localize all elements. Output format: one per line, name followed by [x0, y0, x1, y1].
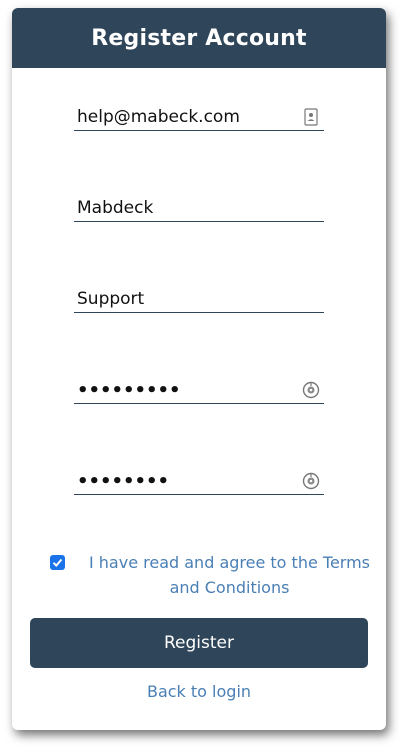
confirm-password-field[interactable]: ••••••••	[74, 468, 324, 495]
confirm-password-value: ••••••••	[77, 470, 170, 492]
page-title: Register Account	[91, 25, 307, 51]
back-to-login-link[interactable]: Back to login	[12, 682, 386, 701]
terms-checkbox[interactable]	[50, 555, 65, 570]
register-card: Register Account help@mabeck.com Mabdeck…	[12, 8, 386, 730]
company-field[interactable]: Mabdeck	[74, 195, 324, 222]
email-field[interactable]: help@mabeck.com	[74, 104, 324, 131]
department-value: Support	[77, 289, 145, 309]
department-field[interactable]: Support	[74, 286, 324, 313]
checkmark-icon	[52, 558, 63, 567]
register-button[interactable]: Register	[30, 618, 368, 668]
password-field[interactable]: •••••••••	[74, 377, 324, 404]
card-header: Register Account	[12, 8, 386, 68]
contact-card-icon	[302, 107, 320, 127]
terms-label[interactable]: I have read and agree to the Terms and C…	[87, 550, 372, 600]
password-value: •••••••••	[77, 379, 181, 401]
company-value: Mabdeck	[77, 198, 154, 218]
eye-toggle-icon[interactable]	[302, 471, 320, 491]
terms-row: I have read and agree to the Terms and C…	[50, 550, 380, 600]
email-value: help@mabeck.com	[77, 107, 240, 127]
eye-toggle-icon[interactable]	[302, 380, 320, 400]
